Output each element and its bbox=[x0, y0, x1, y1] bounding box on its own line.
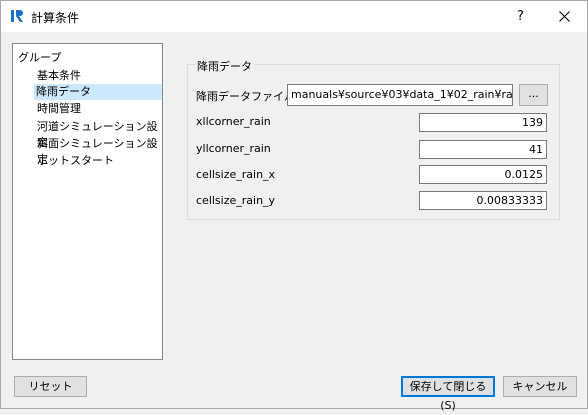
cellsize-x-input[interactable]: 0.0125 bbox=[419, 165, 547, 184]
group-tree[interactable]: グループ 基本条件 降雨データ 時間管理 河道シミュレーション設定 斜面シミュレ… bbox=[12, 43, 163, 360]
help-button[interactable]: ? bbox=[498, 1, 543, 32]
groupbox-title: 降雨データ bbox=[195, 58, 254, 74]
yllcorner-label: yllcorner_rain bbox=[196, 142, 271, 155]
close-button[interactable] bbox=[542, 1, 587, 32]
xllcorner-label: xllcorner_rain bbox=[196, 115, 271, 128]
window-title: 計算条件 bbox=[31, 11, 80, 25]
tree-item-time-management[interactable]: 時間管理 bbox=[35, 101, 83, 117]
app-icon bbox=[11, 10, 23, 22]
xllcorner-input[interactable]: 139 bbox=[419, 113, 547, 132]
rain-file-input[interactable]: manuals¥source¥03¥data_1¥02_rain¥rain.da… bbox=[287, 84, 513, 106]
cellsize-y-input[interactable]: 0.00833333 bbox=[419, 191, 547, 210]
cancel-button[interactable]: キャンセル bbox=[503, 376, 577, 397]
close-icon bbox=[559, 11, 570, 22]
title-bar: 計算条件 ? bbox=[1, 1, 587, 32]
rain-file-label: 降雨データファイル bbox=[196, 90, 295, 103]
dialog-window: 計算条件 ? グループ 基本条件 降雨データ 時間管理 河道シミュレーション設定… bbox=[0, 0, 588, 412]
yllcorner-input[interactable]: 41 bbox=[419, 140, 547, 159]
cellsize-x-label: cellsize_rain_x bbox=[196, 168, 276, 181]
tree-item-rain-data[interactable]: 降雨データ bbox=[34, 84, 162, 100]
group-tree-header: グループ bbox=[18, 51, 62, 64]
save-and-close-button[interactable]: 保存して閉じる(S) bbox=[401, 376, 495, 412]
reset-button[interactable]: リセット bbox=[14, 376, 87, 397]
cellsize-y-label: cellsize_rain_y bbox=[196, 194, 276, 207]
tree-item-basic[interactable]: 基本条件 bbox=[35, 68, 83, 84]
tree-item-river-simulation[interactable]: 河道シミュレーション設定 bbox=[35, 119, 162, 149]
tree-item-hot-start[interactable]: ホットスタート bbox=[35, 153, 116, 169]
browse-button[interactable]: ... bbox=[519, 84, 548, 106]
tree-item-slope-simulation[interactable]: 斜面シミュレーション設定 bbox=[35, 136, 162, 166]
